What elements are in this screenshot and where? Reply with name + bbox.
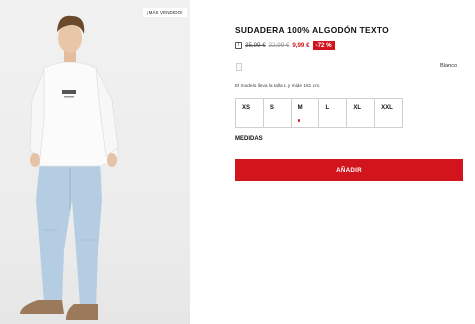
size-option-l[interactable]: L (319, 99, 348, 127)
size-label: XS (242, 105, 251, 111)
measures-link[interactable]: MEDIDAS (235, 136, 263, 142)
original-price: 35,99 € (245, 41, 266, 49)
size-label: S (269, 105, 274, 111)
best-seller-badge: ¡MÁS VENDIDO! (143, 8, 187, 17)
size-option-m[interactable]: M (292, 99, 320, 127)
size-option-xl[interactable]: XL (347, 99, 376, 127)
size-label: XXL (381, 105, 393, 111)
low-stock-indicator (297, 119, 301, 122)
model-illustration (20, 15, 119, 320)
discount-badge: -72 % (312, 40, 335, 50)
color-name: Blanco (440, 63, 458, 69)
size-label: L (325, 105, 330, 111)
size-option-xs[interactable]: XS (236, 99, 264, 127)
price-row: i 35,99 € 22,99 € 9,99 € -72 % (235, 40, 335, 50)
model-size-note: El modelo lleva la talla L y mide 181 cm… (235, 84, 321, 89)
size-selector: XS S M L XL XXL (235, 98, 403, 128)
size-option-s[interactable]: S (264, 99, 292, 127)
product-image[interactable]: ¡MÁS VENDIDO! (0, 0, 190, 324)
add-to-cart-button[interactable]: AÑADIR (235, 159, 463, 181)
product-title: SUDADERA 100% ALGODÓN TEXTO (235, 25, 389, 35)
size-label: M (297, 105, 303, 111)
info-icon[interactable]: i (235, 41, 242, 49)
size-option-xxl[interactable]: XXL (375, 99, 402, 127)
current-price: 9,99 € (292, 41, 310, 49)
size-label: XL (353, 105, 361, 111)
previous-price: 22,99 € (268, 41, 290, 49)
color-swatch-white[interactable] (236, 63, 242, 71)
